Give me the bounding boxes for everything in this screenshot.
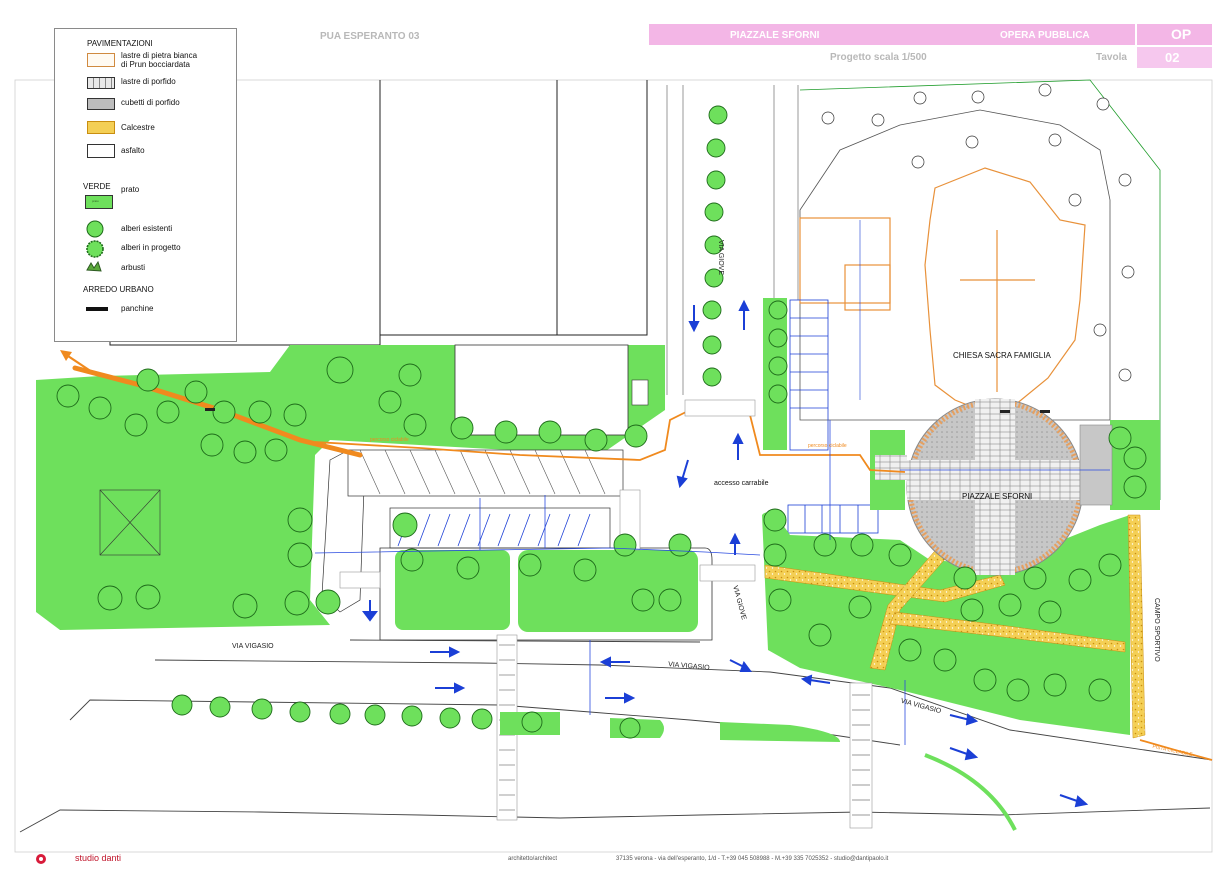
label-percorso-ciclabile-2: percorso ciclabile <box>808 443 847 449</box>
legend-pav2: lastre di porfido <box>121 77 176 86</box>
piazzale-sforni-paving <box>906 398 1084 576</box>
legend-swatch-asfalto <box>87 144 115 158</box>
label-piazzale-sforni: PIAZZALE SFORNI <box>962 492 1033 501</box>
south-verges <box>500 712 840 742</box>
footer-address: 37135 verona - via dell'esperanto, 1/d -… <box>616 856 889 862</box>
legend-alberi-progetto: alberi in progetto <box>121 243 181 252</box>
legend-panel: PAVIMENTAZIONI lastre di pietra bianca d… <box>54 28 237 342</box>
legend-arredo-title: ARREDO URBANO <box>83 285 154 294</box>
church-building <box>799 167 1086 413</box>
label-via-giove-north: VIA GIOVE <box>717 240 724 276</box>
existing-tree-icon <box>86 220 104 238</box>
legend-swatch-prato: prato <box>85 195 113 209</box>
footer-studio: studio danti <box>75 853 122 863</box>
legend-pav1-line2: di Prun bocciardata <box>121 60 190 69</box>
legend-pav1-line1: lastre di pietra bianca <box>121 51 198 60</box>
label-chiesa: CHIESA SACRA FAMIGLIA <box>953 351 1051 360</box>
label-accesso-carrabile: accesso carrabile <box>714 480 769 487</box>
parking-east <box>787 299 879 534</box>
label-campo-sportivo: CAMPO SPORTIVO <box>1153 598 1160 662</box>
legend-pav4: Calcestre <box>121 123 155 132</box>
church-trees <box>821 83 1135 382</box>
legend-pavimentazioni-title: PAVIMENTAZIONI <box>87 39 153 48</box>
legend-pav5: asfalto <box>121 146 145 155</box>
legend-pav3: cubetti di porfido <box>121 98 180 107</box>
legend-verde-title: VERDE <box>83 182 111 191</box>
legend-swatch-lastre-porfido <box>87 77 115 89</box>
legend-swatch-prun <box>87 53 115 67</box>
legend-alberi-esistenti: alberi esistenti <box>121 224 173 233</box>
shrub-icon <box>86 260 102 272</box>
legend-panchine: panchine <box>121 304 154 313</box>
label-via-vigasio-west: VIA VIGASIO <box>232 643 274 650</box>
legend-prato: prato <box>121 185 140 194</box>
legend-swatch-cubetti-porfido <box>87 98 115 110</box>
studio-logo-icon <box>36 854 46 864</box>
legend-arbusti: arbusti <box>121 263 146 272</box>
legend-swatch-calcestre <box>87 121 115 134</box>
legend-prato-swatch-label: prato <box>92 199 99 203</box>
bench-icon <box>86 307 108 311</box>
planned-tree-icon <box>86 240 104 258</box>
footer-role: architetto/architect <box>508 856 558 862</box>
label-percorso-ciclabile-1: percorso ciclabile <box>370 437 409 443</box>
